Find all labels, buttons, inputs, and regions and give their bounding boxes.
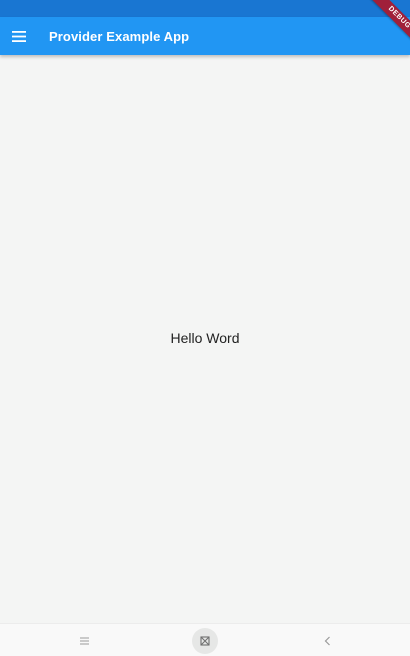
app-title: Provider Example App <box>49 28 190 44</box>
home-button[interactable] <box>185 624 225 656</box>
body-area: Hello Word <box>0 55 410 623</box>
home-icon <box>200 635 210 646</box>
status-bar <box>0 0 410 17</box>
recents-lines-icon <box>79 637 89 644</box>
system-nav-bar <box>0 623 410 656</box>
home-button-halo <box>192 627 218 654</box>
app-bar: Provider Example App <box>0 17 410 55</box>
hello-text: Hello Word <box>170 330 240 346</box>
hamburger-menu-icon <box>12 30 26 42</box>
recents-button[interactable] <box>64 624 104 656</box>
back-chevron-icon <box>324 636 330 645</box>
menu-button[interactable] <box>0 17 38 55</box>
app-screen: Provider Example App Hello Word DEBUG <box>0 0 410 656</box>
back-button[interactable] <box>307 624 347 656</box>
